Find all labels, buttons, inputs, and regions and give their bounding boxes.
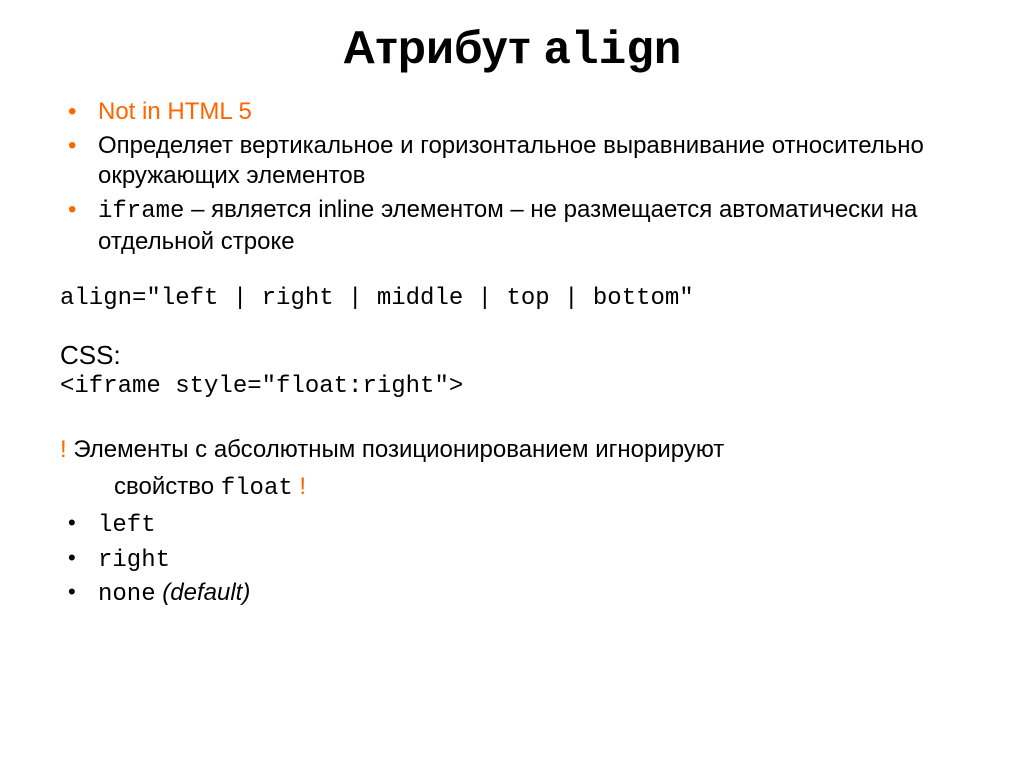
warning-text1: Элементы с абсолютным позиционированием … — [67, 436, 725, 463]
iframe-desc: – является inline элементом – не размеща… — [98, 196, 917, 255]
list-item: none (default) — [60, 577, 964, 611]
iframe-code: iframe — [98, 198, 184, 225]
align-values-code: align="left | right | middle | top | bot… — [60, 285, 964, 312]
list-item: left — [60, 508, 964, 542]
not-in-html5: Not in HTML 5 — [98, 98, 252, 125]
main-bullet-list: Not in HTML 5 Определяет вертикальное и … — [60, 97, 964, 257]
warning-bang2: ! — [293, 473, 306, 500]
iframe-example-code: <iframe style="float:right"> — [60, 373, 964, 400]
title-code: align — [543, 25, 681, 77]
float-left: left — [98, 512, 156, 539]
list-item: right — [60, 543, 964, 577]
list-item: iframe – является inline элементом – не … — [60, 195, 964, 257]
float-right: right — [98, 547, 170, 574]
warning-line2: свойство float ! — [60, 471, 964, 504]
float-code: float — [221, 475, 293, 502]
float-values-list: left right none (default) — [60, 508, 964, 611]
default-label: (default) — [156, 579, 251, 606]
title-text: Атрибут — [343, 21, 531, 73]
list-item: Not in HTML 5 — [60, 97, 964, 127]
warning-text2a: свойство — [114, 473, 221, 500]
warning-line1: ! Элементы с абсолютным позиционирование… — [60, 434, 964, 465]
list-item: Определяет вертикальное и горизонтальное… — [60, 131, 964, 191]
slide-title: Атрибут align — [60, 20, 964, 77]
float-none: none — [98, 581, 156, 608]
warning-bang: ! — [60, 436, 67, 463]
css-label: CSS: — [60, 340, 964, 371]
description-text: Определяет вертикальное и горизонтальное… — [98, 132, 924, 189]
